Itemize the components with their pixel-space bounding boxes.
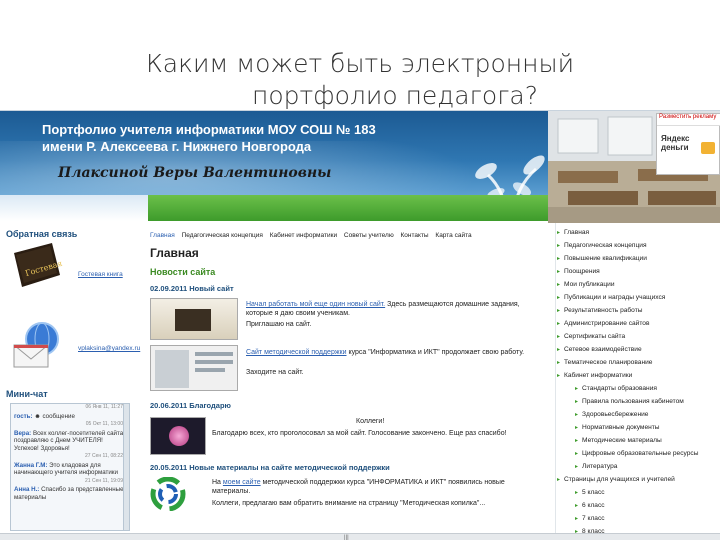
feedback-heading: Обратная связь	[6, 229, 78, 239]
rightnav-item[interactable]: Публикации и награды учащихся	[557, 294, 665, 301]
banner-title: Портфолио учителя информатики МОУ СОШ № …	[42, 122, 376, 154]
news-title: 20.05.2011 Новые материалы на сайте мето…	[150, 463, 390, 472]
news-paragraph: Начал работать мой еще один новый сайт. …	[246, 301, 520, 317]
chat-scrollbar[interactable]	[123, 404, 129, 530]
rightnav-item[interactable]: Педагогическая концепция	[557, 242, 646, 249]
rightnav-item[interactable]: Мои публикации	[557, 281, 614, 288]
topnav-sitemap[interactable]: Карта сайта	[435, 232, 471, 239]
rightnav-grade[interactable]: 5 класс	[575, 489, 604, 496]
chat-message: 06 Янв 11, 11:27 гость: ☻ сообщение	[14, 404, 123, 420]
rightnav-item[interactable]: Тематическое планирование	[557, 359, 652, 366]
rightnav-item[interactable]: Кабинет информатики	[557, 372, 632, 379]
smiley-icon: ☻	[34, 412, 41, 420]
news-title: 02.09.2011 Новый сайт	[150, 284, 234, 293]
rightnav-subitem[interactable]: Методические материалы	[575, 437, 662, 444]
scrollbar-grip[interactable]: |||	[344, 535, 349, 540]
news-thumbnail	[150, 345, 238, 391]
slide-title: Каким может быть электронный портфолио п…	[0, 48, 720, 112]
rightnav-grade[interactable]: 6 класс	[575, 502, 604, 509]
rightnav-subitem[interactable]: Литература	[575, 463, 618, 470]
teacher-name: Плаксиной Веры Валентиновны	[58, 165, 332, 181]
methodical-site-link[interactable]: Сайт методической поддержки	[246, 349, 347, 356]
minichat-box[interactable]: 06 Янв 11, 11:27 гость: ☻ сообщение 05 О…	[10, 403, 130, 531]
slide-title-line-1: Каким может быть электронный	[145, 49, 575, 78]
rose-image	[150, 417, 206, 455]
rightnav-item[interactable]: Повышение квалификации	[557, 255, 647, 262]
news-thumbnail	[150, 298, 238, 340]
topnav-classroom[interactable]: Кабинет информатики	[270, 232, 337, 239]
rightnav-subitem[interactable]: Цифровые образовательные ресурсы	[575, 450, 698, 457]
ad-label: Разместить рекламу	[657, 114, 720, 126]
colorful-logo-icon	[150, 477, 186, 511]
left-sidebar: Обратная связь Гостевая Книга Гостевая к…	[0, 223, 140, 540]
rightnav-item[interactable]: Страницы для учащихся и учителей	[557, 476, 675, 483]
guestbook-book-icon[interactable]: Гостевая Книга	[6, 241, 64, 293]
news-paragraph: Заходите на сайт.	[246, 369, 304, 376]
slide-title-line-2: портфолио педагога?	[252, 81, 538, 110]
topnav-home[interactable]: Главная	[150, 232, 175, 239]
banner-left-strip	[0, 195, 148, 221]
right-navigation: Главная Педагогическая концепция Повышен…	[555, 223, 720, 540]
chat-message: 05 Окт 11, 13:00 Вера: Всех коллег-посет…	[14, 421, 124, 452]
rightnav-subitem[interactable]: Здоровьесбережение	[575, 411, 648, 418]
wallet-icon	[701, 142, 715, 154]
top-navigation: Главная Педагогическая концепция Кабинет…	[150, 232, 477, 239]
rightnav-item[interactable]: Администрирование сайтов	[557, 320, 650, 327]
horizontal-scrollbar[interactable]: |||	[0, 533, 720, 540]
news-heading: Новости сайта	[150, 267, 216, 277]
news-paragraph: Сайт методической поддержки курса "Инфор…	[246, 349, 525, 356]
website-screenshot: Портфолио учителя информатики МОУ СОШ № …	[0, 110, 720, 540]
main-content: Главная Педагогическая концепция Кабинет…	[148, 223, 548, 540]
guestbook-link[interactable]: Гостевая книга	[78, 271, 123, 278]
rightnav-item[interactable]: Поощрения	[557, 268, 600, 275]
rightnav-item[interactable]: Сетевое взаимодействие	[557, 346, 642, 353]
email-link[interactable]: vplaksina@yandex.ru	[78, 345, 140, 352]
mail-globe-icon[interactable]	[12, 321, 66, 369]
banner-green-bar	[148, 195, 548, 221]
yandex-money-ad[interactable]: Разместить рекламу Яндекс деньги	[656, 113, 720, 175]
my-site-link[interactable]: моем сайте	[223, 479, 261, 486]
new-site-link[interactable]: Начал работать мой еще один новый сайт.	[246, 301, 385, 308]
rightnav-item[interactable]: Сертификаты сайта	[557, 333, 625, 340]
rightnav-grade[interactable]: 7 класс	[575, 515, 604, 522]
greeting-heading: Коллеги!	[356, 418, 385, 425]
chat-message: 21 Сен 11, 19:09 Анна Н.: Спасибо за пре…	[14, 477, 124, 501]
page-heading: Главная	[150, 246, 199, 260]
news-paragraph: На моем сайте методической поддержки кур…	[212, 479, 505, 495]
minichat-heading: Мини-чат	[6, 389, 48, 399]
rightnav-subitem[interactable]: Нормативные документы	[575, 424, 660, 431]
rightnav-subitem[interactable]: Правила пользования кабинетом	[575, 398, 684, 405]
news-title: 20.06.2011 Благодарю	[150, 401, 231, 410]
topnav-contacts[interactable]: Контакты	[401, 232, 429, 239]
rightnav-item[interactable]: Результативность работы	[557, 307, 643, 314]
news-paragraph: Приглашаю на сайт.	[246, 321, 312, 328]
rightnav-item[interactable]: Главная	[557, 229, 589, 236]
topnav-advice[interactable]: Советы учителю	[344, 232, 394, 239]
topnav-concept[interactable]: Педагогическая концепция	[182, 232, 263, 239]
chat-message: 27 Сен 11, 08:22 Жанна Г.М: Это кладовая…	[14, 453, 123, 476]
news-paragraph: Коллеги, предлагаю вам обратить внимание…	[212, 500, 486, 507]
rightnav-subitem[interactable]: Стандарты образования	[575, 385, 657, 392]
news-paragraph: Благодарю всех, кто проголосовал за мой …	[212, 430, 507, 437]
